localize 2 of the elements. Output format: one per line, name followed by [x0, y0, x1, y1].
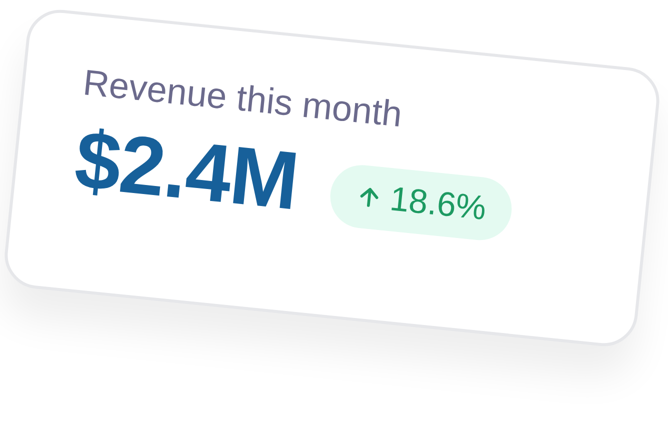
- revenue-value: $2.4M: [70, 114, 302, 230]
- change-percent: 18.6%: [388, 180, 488, 228]
